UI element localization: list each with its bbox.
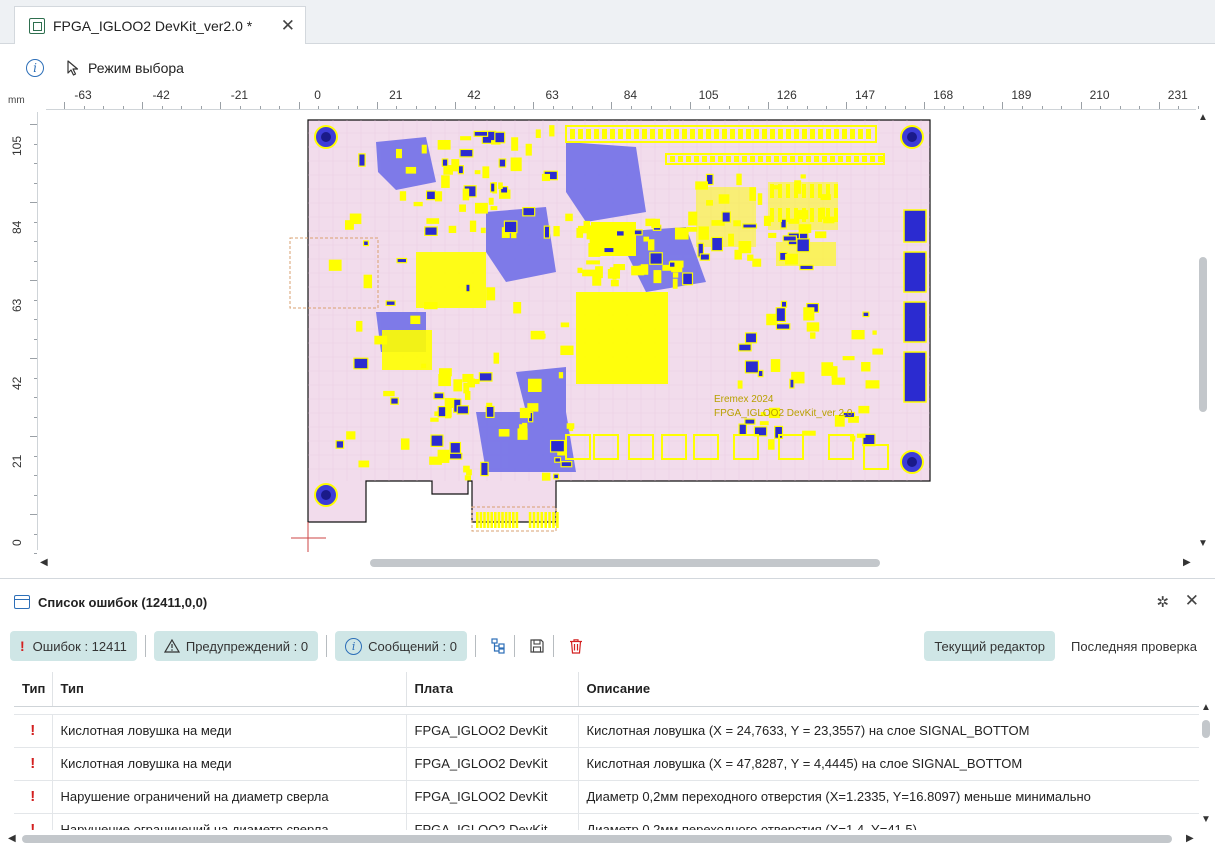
row-description: Кислотная ловушка (X = 47,8287, Y = 4,44… <box>578 747 1199 781</box>
ruler-x-label: 84 <box>623 88 638 102</box>
panel-header: Список ошибок (12411,0,0) ✲ ✕ <box>0 579 1215 625</box>
board-label-2: FPGA_IGLOO2 DevKit_ver 2.0 <box>714 408 853 419</box>
ruler-x-label: 231 <box>1167 88 1188 102</box>
separator <box>144 635 146 657</box>
canvas-vertical-scrollbar[interactable]: ▲ ▼ <box>1196 112 1210 552</box>
board-label-1: Eremex 2024 <box>714 394 774 405</box>
errors-filter-button[interactable]: ! Ошибок : 12411 <box>10 631 137 661</box>
ruler-x-label: -21 <box>230 88 249 102</box>
separator <box>326 635 328 657</box>
error-icon: ! <box>14 747 53 781</box>
separator <box>474 635 476 657</box>
table-vertical-scrollbar[interactable]: ▲ ▼ <box>1199 702 1213 826</box>
selection-mode-button[interactable]: Режим выбора <box>66 60 184 76</box>
ruler-x-label: 189 <box>1011 88 1032 102</box>
ruler-x-label: 147 <box>854 88 876 102</box>
separator <box>552 635 554 657</box>
info-icon: i <box>345 637 363 655</box>
origin-marker <box>291 522 326 552</box>
ruler-vertical: 105 84 63 42 21 0 <box>8 112 38 554</box>
close-icon[interactable]: ✕ <box>281 16 295 36</box>
table-row[interactable]: ! Нарушение ограничений на диаметр сверл… <box>14 813 1199 830</box>
error-table: Тип Тип Плата Описание ! Кислотная ловуш… <box>14 672 1199 830</box>
error-icon: ! <box>14 780 53 814</box>
table-row[interactable]: ! Нарушение ограничений на диаметр сверл… <box>14 780 1199 814</box>
messages-filter-label: Сообщений : 0 <box>368 638 457 654</box>
row-description: Диаметр 0,2мм переходного отверстия (X=1… <box>578 780 1199 814</box>
error-icon: ! <box>14 714 53 748</box>
ruler-y-label: 84 <box>10 220 24 234</box>
ruler-x-label: 21 <box>389 88 403 102</box>
row-type: Кислотная ловушка на меди <box>52 714 407 748</box>
errors-filter-label: Ошибок : 12411 <box>32 638 127 654</box>
warnings-filter-button[interactable]: Предупреждений : 0 <box>153 631 319 661</box>
row-type: Нарушение ограничений на диаметр сверла <box>52 813 407 830</box>
ruler-x-label: 105 <box>698 88 719 102</box>
delete-icon[interactable] <box>566 636 586 656</box>
table-row[interactable]: ! Кислотная ловушка на меди FPGA_IGLOO2 … <box>14 747 1199 781</box>
ruler-x-label: -42 <box>152 88 170 102</box>
column-header-icon[interactable]: Тип <box>14 672 53 707</box>
row-description: Кислотная ловушка (X = 24,7633, Y = 23,3… <box>578 714 1199 748</box>
row-board: FPGA_IGLOO2 DevKit <box>406 813 579 830</box>
error-icon: ! <box>14 813 53 830</box>
tab-bar: FPGA_IGLOO2 DevKit_ver2.0 * ✕ <box>0 0 1215 44</box>
warnings-filter-label: Предупреждений : 0 <box>185 638 309 654</box>
toolbar: i Режим выбора <box>0 52 1215 84</box>
cursor-icon <box>67 60 79 76</box>
ruler-y-label: 105 <box>10 135 24 156</box>
ruler-x-label: 0 <box>314 88 321 102</box>
ruler-x-label: 42 <box>467 88 481 102</box>
ruler-x-label: 168 <box>933 88 954 102</box>
ruler-x-label: 63 <box>545 88 559 102</box>
column-header-type[interactable]: Тип <box>52 672 407 707</box>
filter-bar: ! Ошибок : 12411 Предупреждений : 0 i Со… <box>0 625 1215 667</box>
row-type: Нарушение ограничений на диаметр сверла <box>52 780 407 814</box>
row-description: Диаметр 0,2мм переходного отверстия (X=1… <box>578 813 1199 830</box>
tree-view-icon[interactable] <box>488 636 508 656</box>
pcb-canvas[interactable]: Eremex 2024 FPGA_IGLOO2 DevKit_ver 2.0 <box>46 112 1196 552</box>
messages-filter-button[interactable]: i Сообщений : 0 <box>335 631 467 661</box>
row-board: FPGA_IGLOO2 DevKit <box>406 780 579 814</box>
close-icon[interactable]: ✕ <box>1185 591 1199 611</box>
separator <box>513 635 515 657</box>
table-horizontal-scrollbar[interactable]: ◀ ▶ <box>8 832 1198 846</box>
error-table-container: Тип Тип Плата Описание ! Кислотная ловуш… <box>14 672 1199 830</box>
pin-icon[interactable]: ✲ <box>1156 593 1169 611</box>
selection-mode-label: Режим выбора <box>88 60 184 76</box>
error-list-icon <box>14 595 30 609</box>
tab-title: FPGA_IGLOO2 DevKit_ver2.0 * <box>53 17 253 34</box>
ruler-y-label: 42 <box>10 376 24 390</box>
info-icon[interactable]: i <box>26 59 44 77</box>
column-header-board[interactable]: Плата <box>406 672 579 707</box>
ruler-y-label: 63 <box>10 298 24 312</box>
last-check-button[interactable]: Последняя проверка <box>1061 639 1215 654</box>
warning-icon <box>163 639 180 653</box>
error-icon: ! <box>20 638 25 654</box>
row-type: Кислотная ловушка на меди <box>52 747 407 781</box>
panel-title: Список ошибок (12411,0,0) <box>38 594 208 610</box>
ruler-y-label: 21 <box>10 454 24 468</box>
canvas-horizontal-scrollbar[interactable]: ◀ ▶ <box>40 556 1196 570</box>
current-editor-button[interactable]: Текущий редактор <box>924 631 1056 661</box>
tab-document[interactable]: FPGA_IGLOO2 DevKit_ver2.0 * ✕ <box>14 6 306 44</box>
pcb-board-drawing: Eremex 2024 FPGA_IGLOO2 DevKit_ver 2.0 <box>289 119 931 552</box>
table-header-row: Тип Тип Плата Описание <box>14 672 1199 707</box>
ruler-unit: mm <box>8 95 25 106</box>
board-icon <box>29 17 45 34</box>
ruler-x-label: 210 <box>1089 88 1110 102</box>
ruler-x-label: -63 <box>74 88 92 102</box>
ruler-y-label: 0 <box>10 539 24 546</box>
row-board: FPGA_IGLOO2 DevKit <box>406 714 579 748</box>
row-board: FPGA_IGLOO2 DevKit <box>406 747 579 781</box>
error-list-panel: Список ошибок (12411,0,0) ✲ ✕ ! Ошибок :… <box>0 578 1215 848</box>
ruler-x-label: 126 <box>776 88 797 102</box>
table-row[interactable]: ! Кислотная ловушка на меди FPGA_IGLOO2 … <box>14 714 1199 748</box>
column-header-description[interactable]: Описание <box>578 672 1199 707</box>
save-icon[interactable] <box>527 636 547 656</box>
ruler-horizontal: -63 -42 -21 0 21 42 63 84 105 126 147 168 189 210 231 <box>46 88 1199 110</box>
